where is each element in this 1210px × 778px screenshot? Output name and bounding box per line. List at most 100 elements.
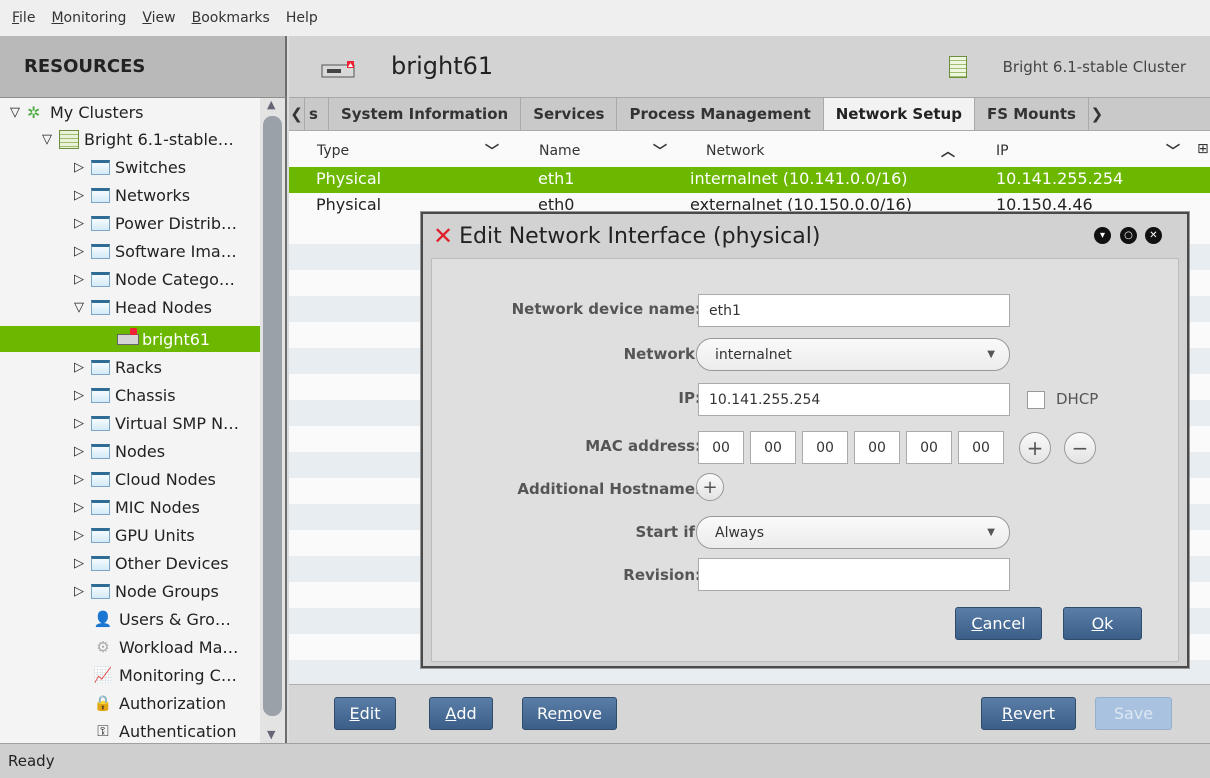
edit-button[interactable]: Edit: [334, 697, 396, 730]
mac-octet-3[interactable]: 00: [802, 431, 848, 464]
scroll-down-arrow-icon[interactable]: ▼: [267, 728, 275, 741]
mac-add-icon[interactable]: +: [1019, 432, 1051, 464]
ok-button[interactable]: Ok: [1063, 607, 1142, 640]
revert-button[interactable]: Revert: [981, 697, 1076, 730]
tree-item-monitoring-config[interactable]: 📈 Monitoring C…: [92, 661, 237, 689]
tab-process-management[interactable]: Process Management: [617, 98, 824, 130]
tree-item-authentication[interactable]: ⚿ Authentication: [92, 717, 236, 743]
tab-system-information[interactable]: System Information: [329, 98, 522, 130]
collapse-triangle-icon[interactable]: ▽: [10, 105, 24, 120]
device-name-field[interactable]: eth1: [698, 294, 1010, 327]
remove-button[interactable]: Re m ove: [522, 697, 617, 730]
maximize-icon[interactable]: ○: [1120, 227, 1137, 244]
tree-item-power-distribution[interactable]: ▷ Power Distrib…: [74, 209, 237, 237]
mac-octet-5[interactable]: 00: [906, 431, 952, 464]
expand-triangle-icon[interactable]: ▷: [74, 444, 88, 459]
tree-item-other-devices[interactable]: ▷ Other Devices: [74, 549, 229, 577]
tree-item-node-categories[interactable]: ▷ Node Catego…: [74, 265, 235, 293]
expand-triangle-icon[interactable]: ▷: [74, 472, 88, 487]
tree-item-virtual-smp[interactable]: ▷ Virtual SMP N…: [74, 409, 239, 437]
mac-octet-2[interactable]: 00: [750, 431, 796, 464]
tree-item-node-groups[interactable]: ▷ Node Groups: [74, 577, 219, 605]
collapse-triangle-icon[interactable]: ▽: [74, 300, 88, 315]
tree-item-networks[interactable]: ▷ Networks: [74, 181, 190, 209]
tree-item-racks[interactable]: ▷ Racks: [74, 353, 162, 381]
expand-triangle-icon[interactable]: ▷: [74, 584, 88, 599]
tab-network-setup[interactable]: Network Setup: [823, 98, 975, 130]
collapse-triangle-icon[interactable]: ▽: [42, 132, 56, 147]
start-if-select[interactable]: Always ▼: [696, 516, 1010, 549]
expand-triangle-icon[interactable]: ▷: [74, 388, 88, 403]
scrollbar-thumb[interactable]: [263, 116, 282, 716]
expand-triangle-icon[interactable]: ▷: [74, 244, 88, 259]
tree-item-users-groups[interactable]: 👤 Users & Gro…: [92, 605, 231, 633]
expand-triangle-icon[interactable]: ▷: [74, 556, 88, 571]
menu-monitoring[interactable]: Monitoring: [51, 10, 126, 26]
tree-item-cloud-nodes[interactable]: ▷ Cloud Nodes: [74, 465, 216, 493]
table-row[interactable]: Physical eth1 internalnet (10.141.0.0/16…: [289, 167, 1210, 193]
mac-remove-icon[interactable]: −: [1064, 432, 1096, 464]
dhcp-checkbox[interactable]: [1027, 391, 1045, 409]
tree-item-my-clusters[interactable]: ▽ ✲ My Clusters: [10, 98, 143, 126]
expand-triangle-icon[interactable]: ▷: [74, 272, 88, 287]
mac-octet-1[interactable]: 00: [698, 431, 744, 464]
tree-item-authorization[interactable]: 🔒 Authorization: [92, 689, 227, 717]
menu-help[interactable]: Help: [286, 10, 318, 26]
tree-item-chassis[interactable]: ▷ Chassis: [74, 381, 176, 409]
tree-item-cluster[interactable]: ▽ Bright 6.1-stable…: [42, 125, 234, 153]
cancel-button[interactable]: Cancel: [955, 607, 1042, 640]
sort-down-icon[interactable]: ﹀: [1166, 141, 1180, 161]
tree-item-gpu-units[interactable]: ▷ GPU Units: [74, 521, 195, 549]
tree-scrollbar[interactable]: ▲ ▼: [260, 98, 285, 743]
tab-partial[interactable]: s: [305, 98, 329, 130]
tree-item-software-images[interactable]: ▷ Software Ima…: [74, 237, 237, 265]
column-ip[interactable]: IP: [996, 143, 1009, 159]
sort-down-icon[interactable]: ﹀: [653, 141, 667, 161]
network-select[interactable]: internalnet ▼: [696, 338, 1010, 371]
column-chooser-icon[interactable]: ⊞: [1197, 141, 1209, 157]
expand-triangle-icon[interactable]: ▷: [74, 416, 88, 431]
dialog-titlebar[interactable]: ✕ Edit Network Interface (physical) ▾ ○ …: [423, 214, 1187, 258]
tab-scroll-left-icon[interactable]: ❮: [289, 98, 305, 130]
tree-item-label: Other Devices: [115, 553, 229, 573]
revision-field[interactable]: [698, 558, 1010, 591]
expand-triangle-icon[interactable]: ▷: [74, 500, 88, 515]
dialog-title: Edit Network Interface (physical): [459, 223, 821, 249]
tree-item-head-nodes[interactable]: ▽ Head Nodes: [74, 293, 212, 321]
menu-bookmarks[interactable]: Bookmarks: [192, 10, 270, 26]
add-button[interactable]: Add: [429, 697, 493, 730]
column-type[interactable]: Type: [317, 143, 349, 159]
expand-triangle-icon[interactable]: ▷: [74, 216, 88, 231]
tree-item-workload-management[interactable]: ⚙ Workload Ma…: [92, 633, 238, 661]
mac-octet-4[interactable]: 00: [854, 431, 900, 464]
column-name[interactable]: Name: [539, 143, 580, 159]
resource-tree[interactable]: ▽ ✲ My Clusters ▽ Bright 6.1-stable… ▷ S…: [0, 98, 287, 743]
scroll-up-arrow-icon[interactable]: ▲: [267, 98, 275, 111]
tree-item-switches[interactable]: ▷ Switches: [74, 153, 186, 181]
close-icon[interactable]: ✕: [1145, 227, 1162, 244]
add-hostname-icon[interactable]: +: [696, 473, 724, 501]
minimize-icon[interactable]: ▾: [1094, 227, 1111, 244]
tree-item-label: Cloud Nodes: [115, 469, 216, 489]
expand-triangle-icon[interactable]: ▷: [74, 528, 88, 543]
chart-icon: 📈: [93, 666, 113, 684]
additional-hostname-label: Additional Hostname:: [517, 480, 701, 498]
tab-services[interactable]: Services: [521, 98, 618, 130]
menu-file[interactable]: File: [12, 10, 35, 26]
sort-up-icon[interactable]: ︿: [941, 141, 955, 161]
mac-octet-6[interactable]: 00: [958, 431, 1004, 464]
ip-field[interactable]: 10.141.255.254: [698, 383, 1010, 416]
expand-triangle-icon[interactable]: ▷: [74, 360, 88, 375]
tab-scroll-right-icon[interactable]: ❯: [1089, 98, 1105, 130]
expand-triangle-icon[interactable]: ▷: [74, 188, 88, 203]
tree-item-bright61[interactable]: bright61: [0, 326, 262, 352]
tree-item-nodes[interactable]: ▷ Nodes: [74, 437, 165, 465]
tree-item-mic-nodes[interactable]: ▷ MIC Nodes: [74, 493, 200, 521]
tab-fs-mounts[interactable]: FS Mounts: [975, 98, 1089, 130]
cell-ip: 10.141.255.254: [996, 169, 1124, 188]
expand-triangle-icon[interactable]: ▷: [74, 160, 88, 175]
menu-view[interactable]: View: [142, 10, 175, 26]
sort-down-icon[interactable]: ﹀: [485, 141, 499, 161]
column-network[interactable]: Network: [706, 143, 764, 159]
save-button[interactable]: Save: [1095, 697, 1172, 730]
